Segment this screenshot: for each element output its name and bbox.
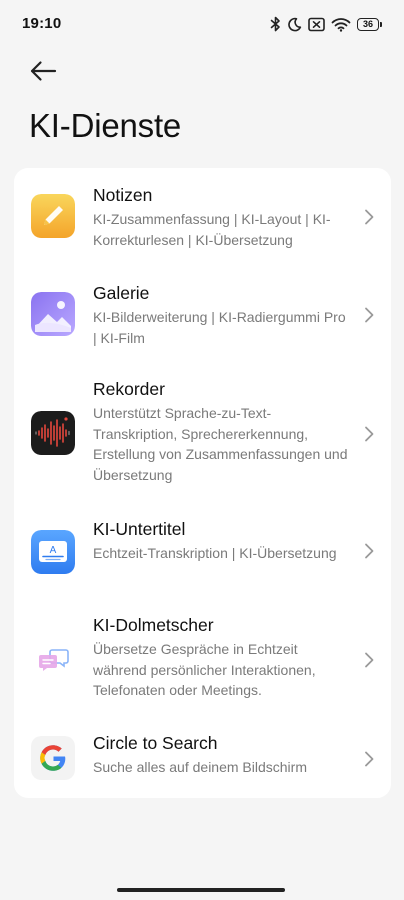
service-description: Echtzeit-Transkription | KI-Übersetzung: [93, 545, 337, 561]
services-card: Notizen KI-Zusammenfassung | KI-Layout |…: [14, 168, 391, 798]
service-description: KI-Bilderweiterung | KI-Radiergummi Pro …: [93, 309, 346, 346]
service-item-circle-to-search[interactable]: Circle to Search Suche alles auf deinem …: [14, 718, 391, 798]
service-title: Circle to Search: [93, 733, 218, 753]
service-title: Galerie: [93, 283, 150, 303]
service-item-ki-untertitel[interactable]: A KI-Untertitel Echtzeit-Transkription |…: [14, 504, 391, 600]
svg-text:A: A: [50, 545, 57, 556]
service-item-notizen[interactable]: Notizen KI-Zusammenfassung | KI-Layout |…: [14, 168, 391, 266]
service-title: KI-Untertitel: [93, 519, 186, 539]
chevron-right-icon: [365, 307, 374, 323]
service-title: KI-Dolmetscher: [93, 615, 214, 635]
arrow-left-icon: [30, 61, 57, 81]
notes-icon: [31, 194, 75, 238]
chevron-right-icon: [365, 652, 374, 668]
service-title: Rekorder: [93, 379, 165, 399]
bluetooth-icon: [270, 16, 280, 32]
service-item-ki-dolmetscher[interactable]: KI-Dolmetscher Übersetze Gespräche in Ec…: [14, 600, 391, 718]
wifi-icon: [331, 17, 351, 32]
service-text: Circle to Search Suche alles auf deinem …: [93, 732, 351, 778]
moon-icon: [288, 17, 302, 31]
service-description: Suche alles auf deinem Bildschirm: [93, 759, 307, 775]
chevron-right-icon: [365, 209, 374, 225]
chevron-right-icon: [365, 426, 374, 442]
page-title: KI-Dienste: [29, 107, 182, 144]
back-button[interactable]: [26, 56, 60, 86]
subtitles-icon: A: [31, 530, 75, 574]
gallery-icon: [31, 292, 75, 336]
chevron-right-icon: [365, 543, 374, 559]
service-description: KI-Zusammenfassung | KI-Layout | KI-Korr…: [93, 211, 331, 248]
recorder-icon: [31, 411, 75, 455]
google-icon: [31, 736, 75, 780]
home-indicator[interactable]: [117, 888, 285, 892]
chevron-right-icon: [365, 751, 374, 767]
no-sim-icon: [308, 17, 325, 31]
service-text: Galerie KI-Bilderweiterung | KI-Radiergu…: [93, 282, 351, 348]
interpreter-icon: [31, 638, 75, 682]
battery-icon: 36: [357, 17, 382, 31]
status-time: 19:10: [22, 15, 62, 32]
service-description: Übersetze Gespräche in Echtzeit während …: [93, 641, 316, 698]
service-text: Rekorder Unterstützt Sprache-zu-Text-Tra…: [93, 378, 351, 485]
service-text: KI-Dolmetscher Übersetze Gespräche in Ec…: [93, 614, 351, 701]
service-text: KI-Untertitel Echtzeit-Transkription | K…: [93, 518, 351, 564]
service-title: Notizen: [93, 185, 153, 205]
service-description: Unterstützt Sprache-zu-Text-Transkriptio…: [93, 405, 348, 483]
service-item-galerie[interactable]: Galerie KI-Bilderweiterung | KI-Radiergu…: [14, 266, 391, 364]
battery-level: 36: [357, 17, 379, 31]
service-item-rekorder[interactable]: Rekorder Unterstützt Sprache-zu-Text-Tra…: [14, 364, 391, 504]
status-bar: 19:10 36: [0, 0, 404, 50]
service-text: Notizen KI-Zusammenfassung | KI-Layout |…: [93, 184, 351, 250]
status-icons: 36: [270, 15, 382, 33]
